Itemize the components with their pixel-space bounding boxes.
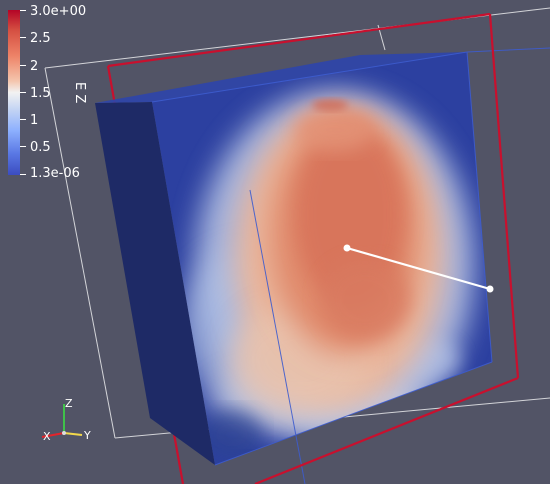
legend-title: E Z	[72, 82, 87, 104]
legend-tick	[20, 65, 26, 66]
render-viewport[interactable]: 3.0e+00 2.5 2 1.5 1 0.5 1.3e-06 E Z Z X …	[0, 0, 550, 484]
legend-tick	[20, 119, 26, 120]
legend-label: 2	[30, 59, 39, 74]
colormap-bar	[8, 10, 20, 175]
bounding-outline-front	[532, 7, 550, 11]
legend-tick	[20, 92, 26, 93]
legend-label-min: 1.3e-06	[30, 166, 80, 181]
axis-label-y: Y	[84, 429, 91, 442]
axis-label-z: Z	[65, 397, 73, 410]
orientation-axes: Z X Y	[32, 396, 102, 446]
legend-label: 1.5	[30, 86, 51, 101]
legend-tick	[20, 174, 26, 175]
legend-tick	[20, 146, 26, 147]
legend-label: 1	[30, 113, 39, 128]
legend-tick	[20, 37, 26, 38]
legend-label: 0.5	[30, 140, 51, 155]
line-probe-handle-end[interactable]	[486, 285, 494, 293]
legend-tick	[20, 10, 26, 11]
axis-label-x: X	[43, 430, 51, 443]
line-probe-handle-start[interactable]	[343, 244, 351, 252]
legend-label-max: 3.0e+00	[30, 4, 87, 19]
legend-label: 2.5	[30, 31, 51, 46]
